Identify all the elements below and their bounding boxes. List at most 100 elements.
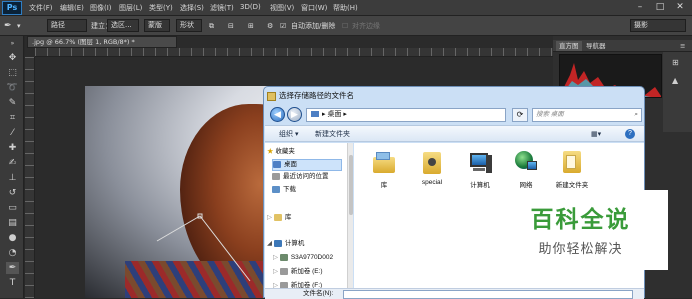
marquee-tool-icon[interactable]: ⬚ [6, 67, 19, 79]
workspace-select[interactable]: 摄影 [630, 19, 686, 32]
desktop-icon [311, 111, 319, 118]
document-tab[interactable]: .jpg @ 66.7% (图层 1, RGB/8*) * [27, 36, 177, 48]
nav-scroll-thumb[interactable] [349, 155, 353, 215]
auto-add-delete-checkbox[interactable]: ☑ [280, 20, 286, 32]
chevron-down-icon[interactable]: ▾ [17, 20, 21, 32]
file-item-label: 计算机 [470, 182, 490, 189]
file-item-special[interactable]: special [408, 149, 456, 186]
selection-button[interactable]: 选区... [107, 19, 139, 32]
path-mode-select[interactable]: 路径 [47, 19, 87, 32]
expand-arrow-icon: ▷ [273, 254, 278, 261]
drive-icon [279, 267, 288, 275]
refresh-icon[interactable]: ⟳ [512, 108, 528, 122]
search-icon[interactable]: ⌕ [634, 109, 638, 121]
align-edges-label: 对齐边缘 [352, 22, 380, 30]
library-folder-icon [371, 149, 397, 175]
forward-icon[interactable]: ▶ [287, 107, 302, 122]
pen-tool-icon[interactable]: ✒ [6, 262, 19, 274]
move-tool-icon[interactable]: ✥ [6, 52, 19, 64]
type-tool-icon[interactable]: T [6, 277, 19, 289]
network-globe-icon [513, 149, 539, 175]
maximize-icon[interactable]: □ [652, 1, 668, 14]
blur-tool-icon[interactable]: ● [6, 232, 19, 244]
nav-computer[interactable]: ◢ 计算机 [267, 239, 304, 249]
nav-drive-2[interactable]: ▷ 新加卷 (E:) [273, 267, 323, 277]
file-item-network[interactable]: 网络 [502, 149, 550, 189]
library-icon [273, 213, 282, 221]
quick-select-tool-icon[interactable]: ✎ [6, 97, 19, 109]
close-icon[interactable]: ✕ [672, 1, 688, 14]
healing-brush-tool-icon[interactable]: ✚ [6, 142, 19, 154]
align-edges-checkbox[interactable]: ☐ [342, 20, 348, 32]
nav-libraries[interactable]: ▷ 库 [267, 213, 291, 223]
file-item-computer[interactable]: 计算机 [456, 149, 504, 189]
nav-desktop-label: 桌面 [284, 161, 297, 168]
shape-button[interactable]: 形状 [176, 19, 202, 32]
collapse-arrow-icon: ◢ [267, 240, 272, 247]
eraser-tool-icon[interactable]: ▭ [6, 202, 19, 214]
gear-icon[interactable]: ⚙ [267, 20, 273, 32]
menu-layer[interactable]: 图层(L) [119, 3, 142, 13]
history-brush-tool-icon[interactable]: ↺ [6, 187, 19, 199]
help-icon[interactable]: ? [625, 129, 635, 139]
new-folder-button[interactable]: 新建文件夹 [315, 129, 350, 140]
collapse-icon[interactable]: » [6, 38, 19, 50]
tab-histogram[interactable]: 直方图 [556, 41, 582, 51]
crop-tool-icon[interactable]: ⌗ [6, 112, 19, 124]
navigation-pane: ★ 收藏夹 桌面 最近访问的位置 下载 ▷ 库 ◢ 计算机 ▷ S3A9770D… [265, 143, 353, 299]
file-item-libraries[interactable]: 库 [360, 149, 408, 189]
address-bar[interactable]: ▸ 桌面 ▸ [306, 108, 506, 122]
warning-icon[interactable]: ▲ [672, 76, 678, 85]
eyedropper-tool-icon[interactable]: ⁄ [6, 127, 19, 139]
nav-desktop[interactable]: 桌面 [272, 159, 342, 171]
tab-navigator[interactable]: 导航器 [583, 41, 609, 51]
path-alignment-icon[interactable]: ⊟ [228, 20, 234, 32]
menu-help[interactable]: 帮助(H) [333, 3, 358, 13]
panel-menu-icon[interactable]: ≡ [677, 41, 688, 51]
brush-tool-icon[interactable]: ✍ [6, 157, 19, 169]
lasso-tool-icon[interactable]: ➰ [6, 82, 19, 94]
menu-filter[interactable]: 滤镜(T) [210, 3, 234, 13]
path-operations-icon[interactable]: ⧉ [209, 20, 214, 32]
nav-scrollbar[interactable] [347, 143, 353, 299]
menu-select[interactable]: 选择(S) [180, 3, 204, 13]
dialog-title: 选择存储路径的文件名 [279, 91, 354, 100]
menu-image[interactable]: 图像(I) [90, 3, 112, 13]
organize-button[interactable]: 组织 ▾ [279, 129, 298, 140]
menu-view[interactable]: 视图(V) [270, 3, 294, 13]
nav-drive-1[interactable]: ▷ S3A9770D002 [273, 253, 333, 263]
nav-recent[interactable]: 最近访问的位置 [272, 172, 329, 182]
watermark-subtitle: 助你轻松解决 [538, 242, 623, 257]
nav-favorites[interactable]: ★ 收藏夹 [267, 147, 295, 157]
back-icon[interactable]: ◀ [270, 107, 285, 122]
menu-edit[interactable]: 编辑(E) [60, 3, 84, 13]
menu-type[interactable]: 类型(Y) [149, 3, 173, 13]
nav-downloads[interactable]: 下载 [272, 185, 296, 195]
filename-row: 文件名(N): [265, 288, 644, 299]
computer-icon [467, 149, 493, 175]
file-item-label: 新建文件夹 [555, 182, 589, 189]
mask-button[interactable]: 蒙版 [144, 19, 170, 32]
menu-window[interactable]: 窗口(W) [301, 3, 327, 13]
channel-icon[interactable]: ⊞ [672, 58, 679, 67]
star-icon: ★ [267, 148, 274, 155]
file-item-new-folder[interactable]: 新建文件夹 [548, 149, 596, 189]
path-arrangement-icon[interactable]: ⊞ [248, 20, 254, 32]
expand-arrow-icon: ▷ [273, 268, 278, 275]
options-bar: ✒ ▾ 路径 建立： 选区... 蒙版 形状 ⧉ ⊟ ⊞ ⚙ ☑ 自动添加/删除… [0, 16, 692, 36]
recent-places-icon [272, 172, 280, 180]
dodge-tool-icon[interactable]: ◔ [6, 247, 19, 259]
nav-computer-label: 计算机 [284, 240, 305, 247]
search-input[interactable]: 搜索 桌面 ⌕ [532, 108, 642, 122]
pen-tool-icon[interactable]: ✒ [4, 20, 12, 32]
view-options-icon[interactable]: ▦▾ [591, 129, 601, 140]
search-placeholder: 搜索 桌面 [536, 111, 564, 118]
horizontal-ruler [35, 48, 553, 57]
desktop-icon [273, 160, 281, 168]
menu-3d[interactable]: 3D(D) [240, 3, 261, 11]
clone-stamp-tool-icon[interactable]: ⊥ [6, 172, 19, 184]
minimize-icon[interactable]: – [632, 1, 648, 14]
gradient-tool-icon[interactable]: ▤ [6, 217, 19, 229]
menu-file[interactable]: 文件(F) [29, 3, 53, 13]
file-item-label: 网络 [519, 182, 533, 189]
